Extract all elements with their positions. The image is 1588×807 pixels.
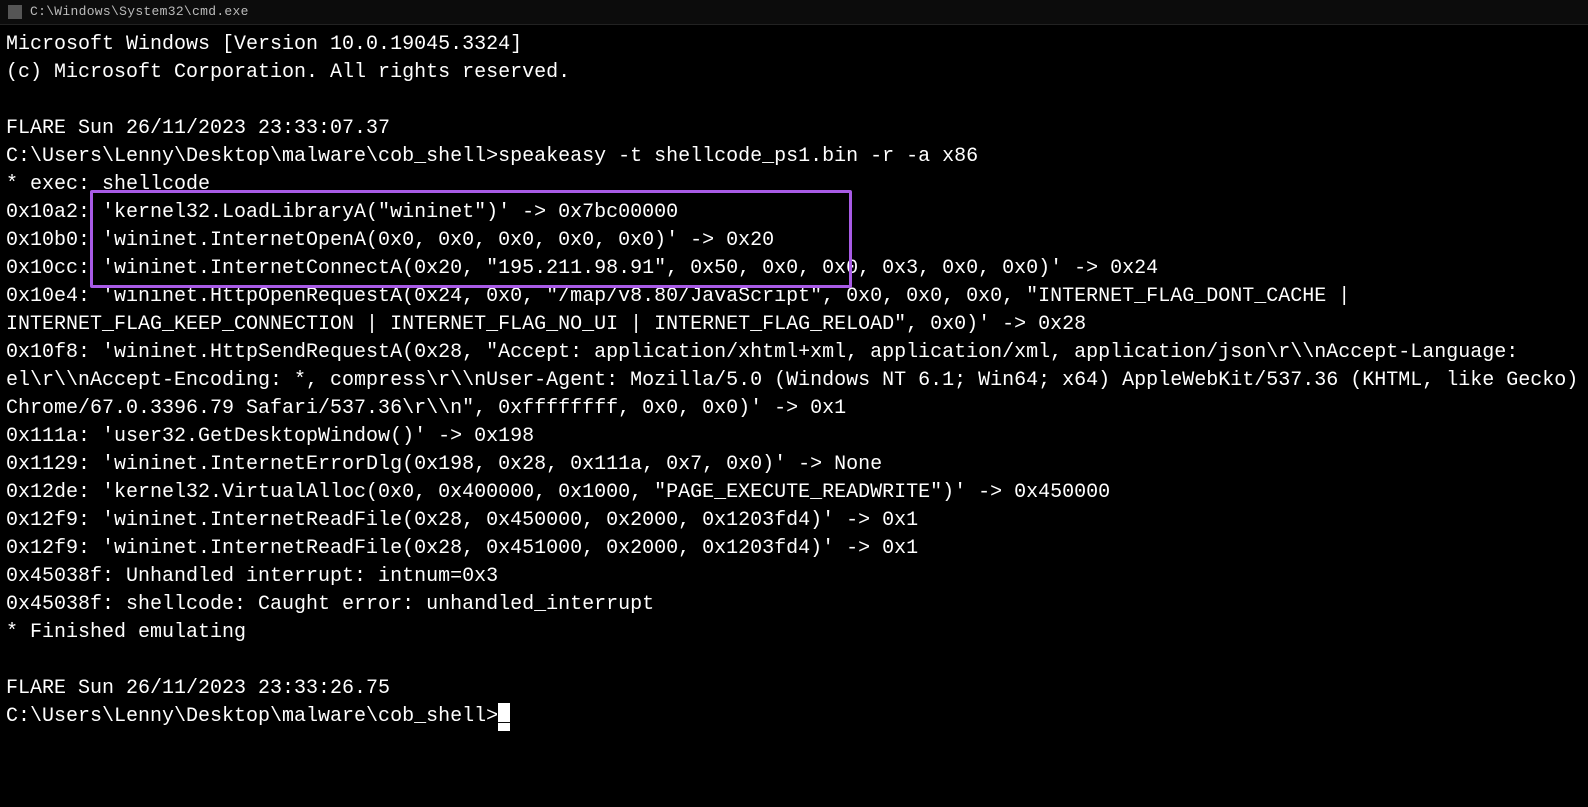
- text-cursor: _: [498, 703, 510, 731]
- output-line: FLARE Sun 26/11/2023 23:33:26.75: [6, 677, 390, 700]
- output-line: 0x10e4: 'wininet.HttpOpenRequestA(0x24, …: [6, 285, 1362, 336]
- window-title-text: C:\Windows\System32\cmd.exe: [30, 0, 249, 26]
- output-line: (c) Microsoft Corporation. All rights re…: [6, 61, 570, 84]
- output-line: 0x45038f: Unhandled interrupt: intnum=0x…: [6, 565, 498, 588]
- cmd-icon: [8, 5, 22, 19]
- output-line: 0x10f8: 'wininet.HttpSendRequestA(0x28, …: [6, 341, 1588, 420]
- output-line: 0x10a2: 'kernel32.LoadLibraryA("wininet"…: [6, 201, 678, 224]
- output-line: 0x1129: 'wininet.InternetErrorDlg(0x198,…: [6, 453, 882, 476]
- window-titlebar[interactable]: C:\Windows\System32\cmd.exe: [0, 0, 1588, 25]
- terminal-output[interactable]: Microsoft Windows [Version 10.0.19045.33…: [0, 25, 1586, 731]
- output-line: 0x10cc: 'wininet.InternetConnectA(0x20, …: [6, 257, 1158, 280]
- output-line: * Finished emulating: [6, 621, 246, 644]
- output-line: FLARE Sun 26/11/2023 23:33:07.37: [6, 117, 390, 140]
- output-line: 0x12f9: 'wininet.InternetReadFile(0x28, …: [6, 537, 918, 560]
- prompt-line[interactable]: C:\Users\Lenny\Desktop\malware\cob_shell…: [6, 705, 498, 728]
- output-line: 0x10b0: 'wininet.InternetOpenA(0x0, 0x0,…: [6, 229, 774, 252]
- output-line: 0x111a: 'user32.GetDesktopWindow()' -> 0…: [6, 425, 534, 448]
- output-line: 0x12f9: 'wininet.InternetReadFile(0x28, …: [6, 509, 918, 532]
- output-line: 0x45038f: shellcode: Caught error: unhan…: [6, 593, 654, 616]
- prompt-command-line: C:\Users\Lenny\Desktop\malware\cob_shell…: [6, 145, 978, 168]
- output-line: 0x12de: 'kernel32.VirtualAlloc(0x0, 0x40…: [6, 481, 1110, 504]
- output-line: Microsoft Windows [Version 10.0.19045.33…: [6, 33, 522, 56]
- output-line: * exec: shellcode: [6, 173, 210, 196]
